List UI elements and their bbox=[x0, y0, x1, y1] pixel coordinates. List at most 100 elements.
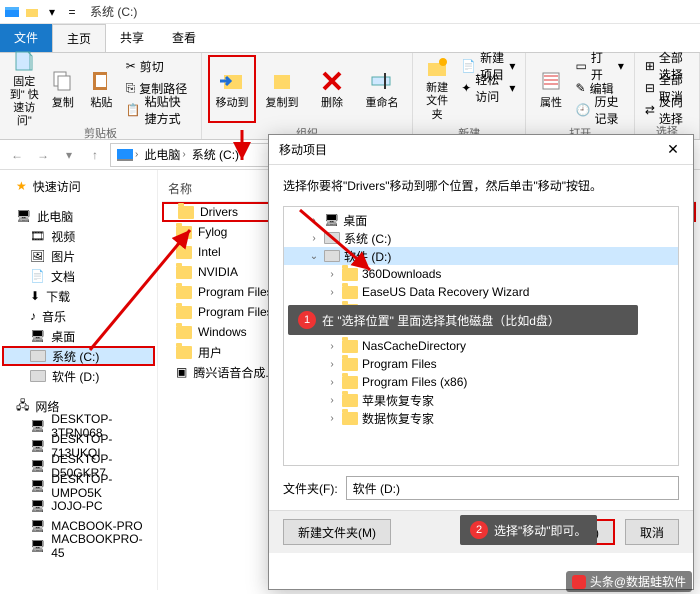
folder-tree[interactable]: ›🖥桌面 ›系统 (C:) ⌄软件 (D:) ›360Downloads›Eas… bbox=[283, 206, 679, 466]
folder-field-label: 文件夹(F): bbox=[283, 480, 338, 497]
pin-icon bbox=[10, 50, 38, 74]
select-none-icon: ⊟ bbox=[645, 81, 655, 95]
nav-documents[interactable]: 📄文档 bbox=[2, 266, 155, 286]
tree-d-drive[interactable]: ⌄软件 (D:) bbox=[284, 247, 678, 265]
qat-folder-icon[interactable] bbox=[24, 4, 40, 20]
window-title: 系统 (C:) bbox=[90, 3, 137, 20]
paste-button[interactable]: 粘贴 bbox=[83, 55, 120, 123]
nav-back[interactable]: ← bbox=[6, 144, 28, 166]
cancel-button[interactable]: 取消 bbox=[625, 519, 679, 545]
nav-downloads[interactable]: ⬇下载 bbox=[2, 286, 155, 306]
drive-icon bbox=[30, 350, 46, 362]
easy-access-button[interactable]: ✦轻松访问▾ bbox=[457, 77, 519, 99]
tree-c-drive[interactable]: ›系统 (C:) bbox=[284, 229, 678, 247]
folder-icon bbox=[342, 376, 358, 389]
open-button[interactable]: ▭打开▾ bbox=[572, 55, 628, 77]
copy-button[interactable]: 复制 bbox=[45, 55, 82, 123]
explorer-icon bbox=[4, 4, 20, 20]
callout-2-num: 2 bbox=[470, 521, 488, 539]
nav-desktop[interactable]: 🖥桌面 bbox=[2, 326, 155, 346]
pc-icon: 🖥 bbox=[30, 499, 45, 513]
callout-2: 2 选择"移动"即可。 bbox=[460, 515, 597, 545]
crumb-pc-icon[interactable]: › bbox=[115, 149, 140, 161]
qat-dropdown-icon[interactable]: ▾ bbox=[44, 4, 60, 20]
tab-view[interactable]: 查看 bbox=[158, 24, 210, 52]
nav-d-drive[interactable]: 软件 (D:) bbox=[2, 366, 155, 386]
drive-icon bbox=[30, 370, 46, 382]
invert-icon: ⇄ bbox=[645, 103, 655, 117]
tree-desktop[interactable]: ›🖥桌面 bbox=[284, 211, 678, 229]
copy-to-icon bbox=[268, 67, 296, 95]
tab-file[interactable]: 文件 bbox=[0, 24, 52, 52]
history-button[interactable]: 🕘历史记录 bbox=[572, 99, 628, 121]
select-all-icon: ⊞ bbox=[645, 59, 655, 73]
dialog-close-button[interactable]: ✕ bbox=[663, 141, 683, 158]
rename-button[interactable]: 重命名 bbox=[358, 55, 406, 123]
copy-icon bbox=[49, 67, 77, 95]
pc-icon: 🖥 bbox=[30, 519, 45, 533]
nav-forward[interactable]: → bbox=[32, 144, 54, 166]
nav-recent-dropdown[interactable]: ▾ bbox=[58, 144, 80, 166]
desktop-icon: 🖥 bbox=[30, 329, 45, 343]
star-icon: ★ bbox=[16, 179, 27, 193]
nav-videos[interactable]: 🎞视频 bbox=[2, 226, 155, 246]
pin-button[interactable]: 固定到" 快速访问" bbox=[6, 55, 43, 123]
nav-pictures[interactable]: 🖼图片 bbox=[2, 246, 155, 266]
chevron-down-icon: ▾ bbox=[509, 81, 515, 95]
nav-network-pc[interactable]: 🖥DESKTOP-UMPO5K bbox=[2, 476, 155, 496]
callout-1: 1 在 "选择位置" 里面选择其他磁盘（比如d盘） bbox=[288, 305, 638, 335]
nav-music[interactable]: ♪音乐 bbox=[2, 306, 155, 326]
nav-network-pc[interactable]: 🖥MACBOOKPRO-45 bbox=[2, 536, 155, 556]
tree-folder[interactable]: ›数据恢复专家 bbox=[284, 409, 678, 427]
group-clipboard-label: 剪贴板 bbox=[6, 123, 195, 143]
edit-icon: ✎ bbox=[576, 81, 586, 95]
video-icon: 🎞 bbox=[30, 229, 45, 243]
tree-folder[interactable]: ›360Downloads bbox=[284, 265, 678, 283]
new-folder-icon bbox=[423, 56, 451, 80]
ribbon: 固定到" 快速访问" 复制 粘贴 ✂剪切 ⎘复制路径 📋粘贴快捷方式 剪贴板 移… bbox=[0, 52, 700, 140]
history-icon: 🕘 bbox=[576, 103, 591, 117]
folder-icon bbox=[178, 206, 194, 219]
tree-folder[interactable]: ›EaseUS Data Recovery Wizard bbox=[284, 283, 678, 301]
shortcut-icon: 📋 bbox=[126, 103, 141, 117]
path-icon: ⎘ bbox=[126, 81, 136, 96]
music-icon: ♪ bbox=[30, 309, 36, 323]
tab-home[interactable]: 主页 bbox=[52, 24, 106, 52]
crumb-this-pc[interactable]: 此电脑› bbox=[142, 146, 187, 163]
folder-icon bbox=[176, 306, 192, 319]
folder-icon bbox=[342, 412, 358, 425]
tree-folder[interactable]: ›Program Files bbox=[284, 355, 678, 373]
tree-folder[interactable]: ›NasCacheDirectory bbox=[284, 337, 678, 355]
copy-to-button[interactable]: 复制到 bbox=[258, 55, 306, 123]
cut-button[interactable]: ✂剪切 bbox=[122, 55, 195, 77]
crumb-drive[interactable]: 系统 (C:)› bbox=[190, 146, 247, 163]
invert-selection-button[interactable]: ⇄反向选择 bbox=[641, 99, 693, 121]
desktop-icon: 🖥 bbox=[324, 213, 339, 227]
move-to-button[interactable]: 移动到 bbox=[208, 55, 256, 123]
nav-c-drive[interactable]: 系统 (C:) bbox=[2, 346, 155, 366]
folder-field-input[interactable] bbox=[346, 476, 679, 500]
folder-icon bbox=[176, 286, 192, 299]
dialog-instruction: 选择你要将"Drivers"移动到哪个位置，然后单击"移动"按钮。 bbox=[269, 165, 693, 206]
folder-icon bbox=[342, 286, 358, 299]
properties-button[interactable]: 属性 bbox=[532, 55, 569, 123]
tree-folder[interactable]: ›Program Files (x86) bbox=[284, 373, 678, 391]
new-folder-button[interactable]: 新建 文件夹 bbox=[419, 55, 455, 123]
dialog-title: 移动项目 bbox=[279, 141, 327, 158]
tree-folder[interactable]: ›苹果恢复专家 bbox=[284, 391, 678, 409]
watermark: 头条@数据蛙软件 bbox=[566, 571, 692, 592]
folder-icon bbox=[342, 268, 358, 281]
nav-quick-access[interactable]: ★快速访问 bbox=[2, 176, 155, 196]
callout-1-text: 在 "选择位置" 里面选择其他磁盘（比如d盘） bbox=[322, 312, 560, 329]
watermark-text: 头条@数据蛙软件 bbox=[590, 573, 686, 590]
group-organize: 移动到 复制到 删除 重命名 组织 bbox=[202, 53, 413, 139]
ribbon-tabs: 文件 主页 共享 查看 bbox=[0, 24, 700, 52]
paste-shortcut-button[interactable]: 📋粘贴快捷方式 bbox=[122, 99, 195, 121]
delete-button[interactable]: 删除 bbox=[308, 55, 356, 123]
tab-share[interactable]: 共享 bbox=[106, 24, 158, 52]
new-folder-dialog-button[interactable]: 新建文件夹(M) bbox=[283, 519, 391, 545]
callout-2-text: 选择"移动"即可。 bbox=[494, 522, 587, 539]
drive-icon bbox=[324, 250, 340, 262]
nav-up[interactable]: ↑ bbox=[84, 144, 106, 166]
nav-this-pc[interactable]: 🖥此电脑 bbox=[2, 206, 155, 226]
